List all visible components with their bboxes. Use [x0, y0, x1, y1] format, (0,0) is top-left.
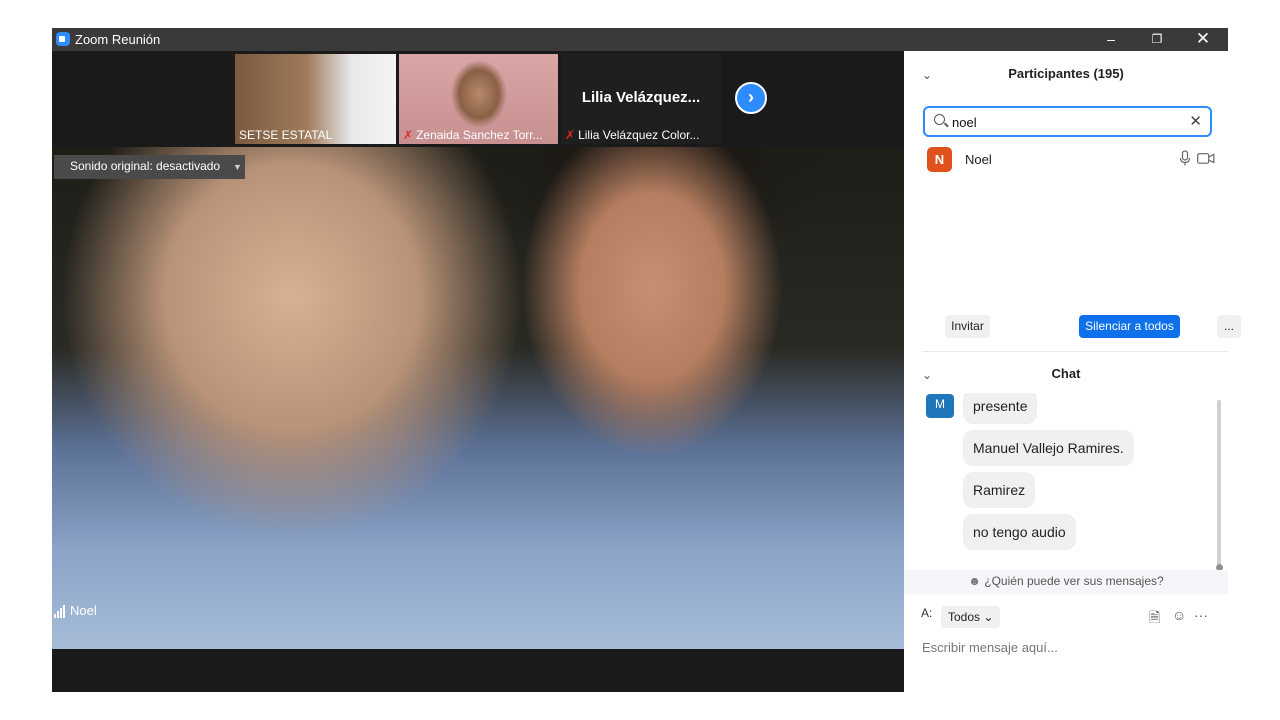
minimize-icon[interactable]: – — [1088, 28, 1134, 51]
who-can-see-link[interactable]: ☻ ¿Quién puede ver sus mensajes? — [904, 570, 1228, 594]
recipient-select[interactable]: Todos ⌄ — [941, 606, 1001, 628]
signal-strength-icon — [54, 603, 66, 618]
participants-header: ⌄ Participantes (195) — [904, 51, 1228, 95]
window-title: Zoom Reunión — [75, 32, 161, 47]
speaker-name: Noel — [70, 603, 97, 618]
thumbnail-name: SETSE ESTATAL — [239, 128, 333, 142]
recipient-value: Todos — [948, 610, 981, 624]
zoom-window: Zoom Reunión – ❐ ✕ SETSE ESTATAL ✗ Zenaid… — [52, 28, 1241, 692]
thumbnail-name-text: Lilia Velázquez Color... — [578, 128, 700, 142]
avatar: N — [927, 147, 952, 172]
chat-title: Chat — [1051, 366, 1081, 381]
chat-message: no tengo audio — [963, 514, 1076, 550]
invite-button[interactable]: Invitar — [945, 315, 990, 338]
restore-icon[interactable]: ❐ — [1134, 28, 1180, 51]
speaker-name-label: Noel — [54, 603, 97, 618]
participant-search[interactable]: ✕ — [923, 106, 1212, 137]
divider — [922, 351, 1228, 352]
emoji-icon[interactable]: ☺ — [1172, 607, 1186, 623]
gallery-thumbnail[interactable]: SETSE ESTATAL — [235, 54, 396, 144]
original-sound-button[interactable]: Sonido original: desactivado — [54, 155, 238, 179]
chat-message: Manuel Vallejo Ramires. — [963, 430, 1134, 466]
participant-name: Noel — [965, 152, 992, 167]
chevron-right-icon: › — [748, 87, 754, 107]
video-stage: SETSE ESTATAL ✗ Zenaida Sanchez Torr... L… — [52, 51, 904, 692]
thumbnail-name: ✗ Zenaida Sanchez Torr... — [403, 128, 543, 142]
chat-messages: M presente Manuel Vallejo Ramires. Ramir… — [904, 393, 1228, 571]
thumbnail-name: ✗ Lilia Velázquez Color... — [565, 128, 699, 142]
side-panel: ⌄ Participantes (195) ✕ N Noel Invitar S… — [904, 51, 1241, 692]
more-icon[interactable]: ··· — [1194, 607, 1208, 623]
muted-mic-icon: ✗ — [403, 128, 414, 142]
close-icon[interactable]: ✕ — [1180, 28, 1226, 51]
zoom-app-icon — [56, 32, 70, 46]
chevron-down-icon[interactable]: ▼ — [230, 155, 245, 179]
person-lock-icon: ☻ — [968, 574, 981, 588]
to-label: A: — [921, 606, 933, 620]
participants-title: Participantes (195) — [1008, 66, 1124, 81]
search-icon — [934, 114, 945, 125]
gallery-thumbnail[interactable]: Lilia Velázquez... ✗ Lilia Velázquez Colo… — [561, 54, 721, 144]
chat-message: presente — [963, 393, 1038, 424]
camera-icon[interactable] — [1197, 153, 1215, 164]
participant-search-input[interactable] — [950, 112, 1180, 132]
participant-row[interactable]: N Noel — [927, 147, 1217, 173]
chevron-down-icon: ⌄ — [983, 610, 994, 624]
chat-message: Ramirez — [963, 472, 1036, 508]
more-options-button[interactable]: ... — [1217, 315, 1241, 338]
muted-mic-icon: ✗ — [565, 128, 576, 142]
thumbnail-display-name: Lilia Velázquez... — [581, 89, 701, 106]
chat-scrollbar[interactable] — [1217, 400, 1221, 566]
chat-recipient-row: A: Todos ⌄ 🗎 ☺ ··· — [921, 606, 1221, 628]
gallery-thumbnail[interactable]: ✗ Zenaida Sanchez Torr... — [399, 54, 558, 144]
title-bar: Zoom Reunión – ❐ ✕ — [52, 28, 1228, 51]
clear-search-icon[interactable]: ✕ — [1189, 112, 1202, 130]
file-icon[interactable]: 🗎 — [1149, 607, 1160, 631]
chat-message-input[interactable] — [920, 637, 1210, 657]
next-page-button[interactable]: › — [735, 82, 767, 114]
avatar: M — [926, 394, 954, 418]
thumbnail-name-text: Zenaida Sanchez Torr... — [416, 128, 543, 142]
who-can-see-text: ¿Quién puede ver sus mensajes? — [984, 574, 1164, 588]
mute-all-button[interactable]: Silenciar a todos — [1079, 315, 1180, 338]
active-speaker-video: Sonido original: desactivado ▼ Noel — [52, 147, 904, 649]
microphone-icon[interactable] — [1179, 150, 1191, 167]
